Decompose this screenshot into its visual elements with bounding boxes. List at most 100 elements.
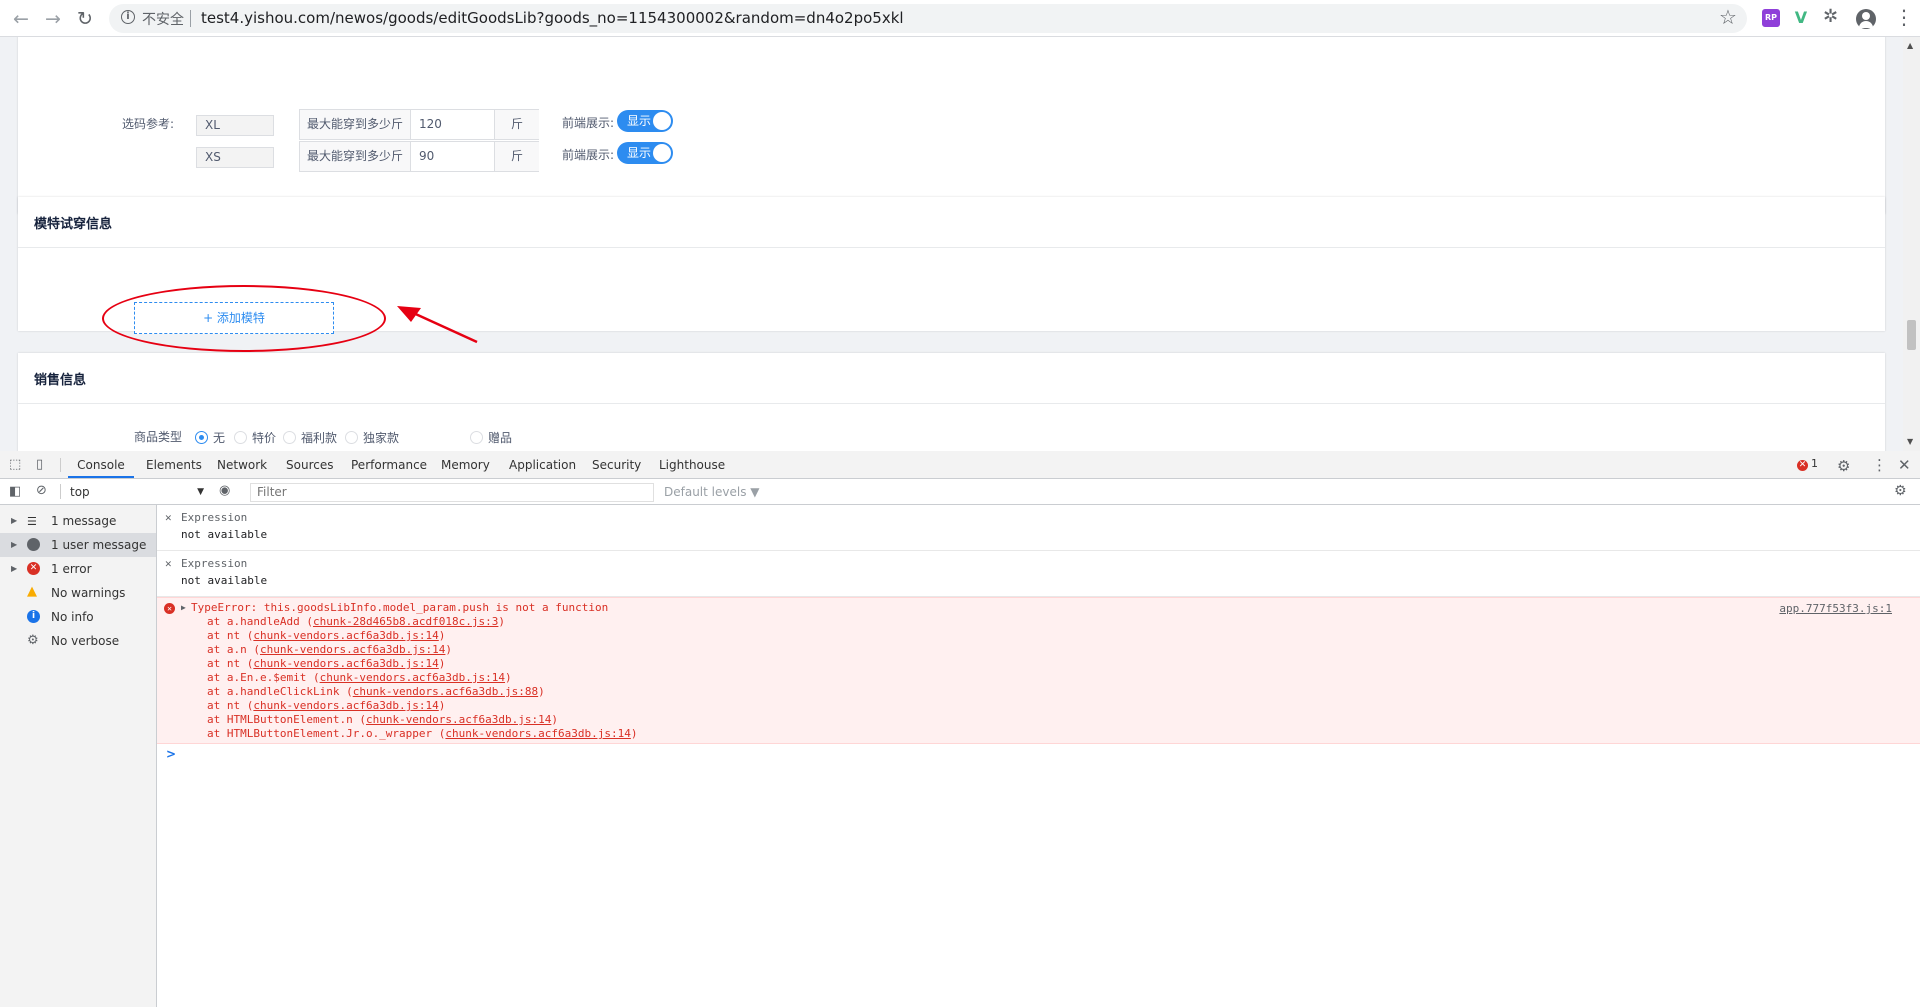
expression-name[interactable]: Expression [181,511,247,524]
settings-gear-icon[interactable]: ⚙ [1837,457,1850,475]
stack-frame-link[interactable]: chunk-vendors.acf6a3db.js:14 [253,657,438,670]
stack-frame-link[interactable]: chunk-vendors.acf6a3db.js:14 [445,727,630,740]
stack-frame-link[interactable]: chunk-vendors.acf6a3db.js:88 [353,685,538,698]
radio-label-welfare[interactable]: 福利款 [301,429,337,446]
devtools-tabbar: ⬚ ▯ Console Elements Network Sources Per… [0,451,1920,479]
page-scrollbar[interactable]: ▲ ▼ [1903,37,1920,451]
console-prompt[interactable]: > [166,747,176,761]
stack-frame-link[interactable]: chunk-vendors.acf6a3db.js:14 [320,671,505,684]
size-input-xs[interactable]: XS [196,147,274,168]
sidebar-item-errors[interactable]: ▶ ✕ 1 error [0,557,156,581]
stack-frame: at nt (chunk-vendors.acf6a3db.js:14) [207,699,445,713]
tab-performance[interactable]: Performance [351,451,427,478]
bookmark-star-icon[interactable]: ☆ [1719,5,1737,29]
info-icon[interactable]: i [121,10,135,24]
radio-label-exclusive[interactable]: 独家款 [363,429,399,446]
clear-console-icon[interactable]: ⊘ [36,483,47,498]
expression-name[interactable]: Expression [181,557,247,570]
display-label-xl: 前端展示: [562,116,615,130]
radio-label-gift[interactable]: 赠品 [488,429,512,446]
filter-input[interactable]: Filter [250,483,654,502]
stack-frame-link[interactable]: chunk-vendors.acf6a3db.js:14 [366,713,551,726]
error-count: 1 [1811,457,1818,470]
display-switch-xl[interactable]: 显示 [617,110,673,132]
expand-arrow-icon[interactable]: ▶ [11,557,17,581]
radio-special-price[interactable] [234,431,247,444]
device-toolbar-icon[interactable]: ▯ [36,457,43,472]
stack-frame-link[interactable]: chunk-vendors.acf6a3db.js:14 [260,643,445,656]
switch-knob [653,144,671,162]
reload-icon[interactable]: ↻ [72,6,98,32]
max-weight-input-xl[interactable]: 120 [419,110,442,139]
sidebar-item-verbose[interactable]: ⚙ No verbose [0,629,156,653]
error-source-link[interactable]: app.777f53f3.js:1 [1779,602,1892,615]
axure-rp-extension-icon[interactable]: RP [1762,9,1780,27]
extensions-puzzle-icon[interactable]: ✲ [1823,6,1838,27]
close-icon[interactable]: ✕ [1898,456,1911,474]
stack-frame-function: at nt ( [207,657,254,670]
scroll-down-icon[interactable]: ▼ [1907,437,1913,446]
radio-welfare[interactable] [283,431,296,444]
tab-elements[interactable]: Elements [146,451,202,478]
size-reference-label: 选码参考: [122,117,175,131]
radio-label-special-price[interactable]: 特价 [252,429,276,446]
scrollbar-thumb[interactable] [1907,320,1916,350]
sidebar-item-messages[interactable]: ▶ ☰ 1 message [0,509,156,533]
max-weight-input-xs[interactable]: 90 [419,142,434,171]
stack-frame-end: ) [630,727,638,740]
sidebar-item-info[interactable]: i No info [0,605,156,629]
radio-none[interactable] [195,431,208,444]
sidebar-toggle-icon[interactable]: ◧ [9,484,21,499]
tab-application[interactable]: Application [509,451,576,478]
remove-expression-close-icon[interactable]: ✕ [165,557,172,570]
forward-arrow-icon[interactable]: → [40,6,66,32]
stack-frame-link[interactable]: chunk-28d465b8.acdf018c.js:3 [313,615,498,628]
tab-memory[interactable]: Memory [441,451,490,478]
expand-arrow-icon[interactable]: ▶ [11,509,17,533]
tab-security[interactable]: Security [592,451,641,478]
eye-icon[interactable]: ◉ [219,483,230,498]
tab-lighthouse[interactable]: Lighthouse [659,451,725,478]
sidebar-item-label: No info [51,610,94,624]
error-text: TypeError: this.goodsLibInfo.model_param… [191,601,609,614]
devtools-menu-icon[interactable]: ⋮ [1872,456,1887,474]
radio-label-none[interactable]: 无 [213,429,225,446]
console-settings-gear-icon[interactable]: ⚙ [1894,483,1907,499]
scroll-up-icon[interactable]: ▲ [1907,41,1913,50]
switch-knob [653,112,671,130]
size-input-xl[interactable]: XL [196,115,274,136]
display-switch-xs[interactable]: 显示 [617,142,673,164]
stack-frame: at a.En.e.$emit (chunk-vendors.acf6a3db.… [207,671,512,685]
remove-expression-close-icon[interactable]: ✕ [165,511,172,524]
card-divider [18,247,1885,248]
security-label[interactable]: 不安全 [142,9,184,29]
context-select[interactable]: top ▼ [70,483,204,501]
stack-frame-link[interactable]: chunk-vendors.acf6a3db.js:14 [253,629,438,642]
stack-frame-function: at nt ( [207,699,254,712]
radio-gift[interactable] [470,431,483,444]
log-levels-dropdown[interactable]: Default levels ▼ [664,485,760,499]
sidebar-item-warnings[interactable]: ▲ No warnings [0,581,156,605]
stack-frame-function: at HTMLButtonElement.n ( [207,713,366,726]
expand-arrow-icon[interactable]: ▶ [181,603,186,612]
tab-sources[interactable]: Sources [286,451,333,478]
expand-arrow-icon[interactable]: ▶ [11,533,17,557]
vue-devtools-extension-icon[interactable]: V [1792,9,1810,27]
url-text[interactable]: test4.yishou.com/newos/goods/editGoodsLi… [201,9,904,27]
error-icon: ✕ [1797,460,1808,471]
stack-frame-function: at a.n ( [207,643,260,656]
tab-console[interactable]: Console [68,451,134,478]
radio-exclusive[interactable] [345,431,358,444]
sidebar-item-user-messages[interactable]: ▶ 1 user message [0,533,156,557]
inspect-element-icon[interactable]: ⬚ [9,457,21,472]
stack-frame-link[interactable]: chunk-vendors.acf6a3db.js:14 [253,699,438,712]
tab-network[interactable]: Network [217,451,267,478]
kebab-menu-icon[interactable]: ⋮ [1894,5,1914,29]
profile-avatar-icon[interactable] [1856,9,1876,29]
back-arrow-icon[interactable]: ← [8,6,34,32]
user-icon [27,538,40,551]
error-count-badge[interactable]: ✕ 1 [1797,457,1818,471]
stack-frame: at a.handleClickLink (chunk-vendors.acf6… [207,685,545,699]
live-expression: ✕ Expression not available [157,506,1920,551]
stack-frame-end: ) [498,615,506,628]
